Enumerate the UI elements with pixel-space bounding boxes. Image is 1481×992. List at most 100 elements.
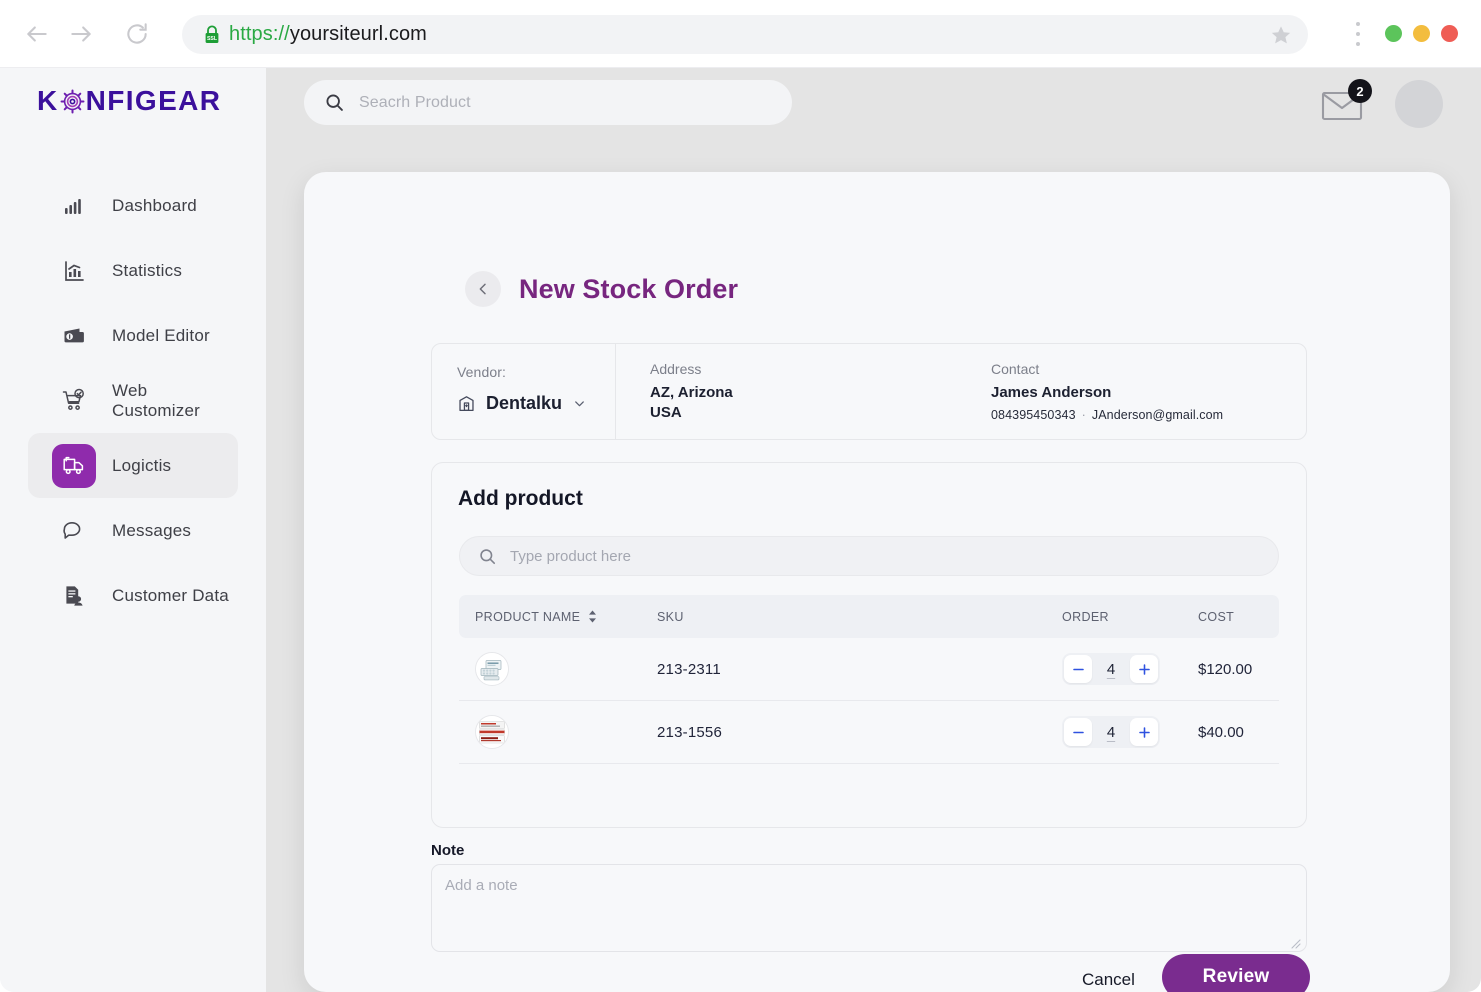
column-header-product-name[interactable]: PRODUCT NAME [475, 610, 657, 624]
search-icon [478, 547, 497, 566]
url-host: yoursiteurl.com [289, 23, 427, 45]
product-search-placeholder: Type product here [510, 547, 631, 565]
sidebar-item-label: Logictis [112, 455, 172, 475]
sidebar-item-model-editor[interactable]: Model Editor [28, 303, 238, 368]
window-minimize-dot[interactable] [1413, 25, 1430, 42]
cancel-button[interactable]: Cancel [1082, 970, 1135, 990]
table-row[interactable]: 213-1556 4 $40.00 [459, 701, 1279, 764]
cart-check-icon [56, 383, 92, 419]
product-search-input[interactable]: Type product here [459, 536, 1279, 576]
contact-phone: 084395450343 [991, 408, 1076, 422]
sidebar: K NFIGEAR Dashboard Statistics Model Edi… [0, 68, 266, 992]
minus-icon[interactable] [1064, 718, 1092, 746]
sidebar-item-customer-data[interactable]: Customer Data [28, 563, 238, 628]
vendor-dropdown[interactable]: Dentalku [457, 393, 615, 414]
reload-icon[interactable] [122, 19, 152, 49]
sidebar-nav: Dashboard Statistics Model Editor Web Cu… [0, 173, 266, 628]
sidebar-item-logictis[interactable]: Logictis [28, 433, 238, 498]
window-maximize-dot[interactable] [1385, 25, 1402, 42]
product-thumbnail-red-box [475, 715, 509, 749]
product-sku: 213-1556 [657, 723, 722, 741]
window-close-dot[interactable] [1441, 25, 1458, 42]
statistics-chart-icon [56, 253, 92, 289]
contact-name: James Anderson [991, 384, 1112, 401]
table-header-row: PRODUCT NAME SKU ORDER COST [459, 595, 1279, 638]
star-icon[interactable] [1268, 22, 1294, 48]
address-column: Address AZ, Arizona USA [616, 344, 991, 439]
url-text: https://yoursiteurl.com [229, 23, 427, 46]
page-title: New Stock Order [519, 273, 739, 304]
sort-arrows-icon [588, 610, 597, 623]
column-header-order[interactable]: ORDER [1062, 610, 1198, 624]
gear-icon [60, 89, 85, 114]
browser-window: SSL https://yoursiteurl.com K NFIGEAR Da… [0, 0, 1481, 992]
main-card: New Stock Order Vendor: Dentalku Address… [304, 172, 1450, 992]
sidebar-item-label: Customer Data [112, 585, 229, 605]
sidebar-item-label: Messages [112, 520, 192, 540]
product-table: PRODUCT NAME SKU ORDER COST 213-2311 4 $… [459, 595, 1279, 764]
sidebar-item-label: Web Customizer [112, 380, 200, 420]
product-sku: 213-2311 [657, 660, 721, 678]
quantity-stepper: 4 [1062, 653, 1198, 685]
note-textarea[interactable]: Add a note [431, 864, 1307, 952]
quantity-value[interactable]: 4 [1094, 724, 1128, 741]
contact-label: Contact [991, 361, 1040, 377]
url-scheme: https:// [229, 23, 290, 45]
sidebar-item-dashboard[interactable]: Dashboard [28, 173, 238, 238]
vendor-name: Dentalku [486, 393, 563, 413]
sidebar-item-messages[interactable]: Messages [28, 498, 238, 563]
contact-column: Contact James Anderson 084395450343 · JAnd… [991, 344, 1223, 439]
logo-text-after: NFIGEAR [85, 85, 222, 116]
quantity-stepper: 4 [1062, 716, 1198, 748]
address-line-2: USA [650, 404, 682, 421]
messages-button[interactable]: 2 [1320, 79, 1372, 126]
contact-email: JAnderson@gmail.com [1091, 408, 1224, 422]
column-header-sku[interactable]: SKU [657, 610, 1062, 624]
minus-icon[interactable] [1064, 655, 1092, 683]
search-icon [324, 92, 345, 113]
arrow-left-icon[interactable] [22, 19, 52, 49]
address-label: Address [650, 361, 702, 377]
browser-chrome: SSL https://yoursiteurl.com [0, 0, 1481, 68]
truck-icon [52, 443, 96, 488]
app-logo: K NFIGEAR [37, 85, 221, 117]
app-body: K NFIGEAR Dashboard Statistics Model Edi… [0, 68, 1481, 992]
vendor-info-card: Vendor: Dentalku Address AZ, Arizona USA… [431, 343, 1307, 440]
table-row[interactable]: 213-2311 4 $120.00 [459, 638, 1279, 701]
avatar[interactable] [1395, 80, 1443, 128]
product-thumbnail-cell [475, 715, 657, 749]
sidebar-item-label: Statistics [112, 260, 183, 280]
vendor-label: Vendor: [457, 364, 506, 380]
sidebar-item-web-customizer[interactable]: Web Customizer [28, 368, 238, 433]
product-cost: $120.00 [1198, 660, 1253, 678]
note-label: Note [431, 842, 465, 859]
plus-icon[interactable] [1130, 655, 1158, 683]
chevron-left-icon[interactable] [465, 271, 501, 307]
column-header-cost[interactable]: COST [1198, 610, 1278, 624]
product-thumbnail-cell [475, 652, 657, 686]
search-input[interactable]: Seacrh Product [304, 80, 792, 125]
plus-icon[interactable] [1130, 718, 1158, 746]
sidebar-item-label: Model Editor [112, 325, 210, 345]
messages-badge: 2 [1348, 79, 1372, 103]
document-user-icon [56, 578, 92, 614]
svg-text:SSL: SSL [206, 36, 217, 42]
product-thumbnail-blister-pack [475, 652, 509, 686]
wallet-icon [56, 318, 92, 354]
chat-bubble-icon [56, 513, 92, 549]
content-area: Seacrh Product 2 New Stock Order Vendor:… [266, 68, 1481, 992]
review-button[interactable]: Review [1162, 954, 1310, 992]
contact-details: 084395450343 · JAnderson@gmail.com [991, 408, 1223, 422]
window-controls [1385, 25, 1458, 42]
logo-text-before: K [37, 85, 59, 116]
page-header: New Stock Order [465, 271, 738, 307]
browser-nav-buttons [22, 19, 152, 49]
quantity-value[interactable]: 4 [1094, 661, 1128, 678]
kebab-menu-icon[interactable] [1350, 22, 1366, 46]
column-header-label: PRODUCT NAME [475, 609, 581, 624]
product-cost: $40.00 [1198, 723, 1244, 741]
sidebar-item-statistics[interactable]: Statistics [28, 238, 238, 303]
url-bar[interactable]: SSL https://yoursiteurl.com [182, 15, 1308, 54]
arrow-right-icon[interactable] [66, 19, 96, 49]
resize-handle-icon[interactable] [1290, 936, 1301, 949]
